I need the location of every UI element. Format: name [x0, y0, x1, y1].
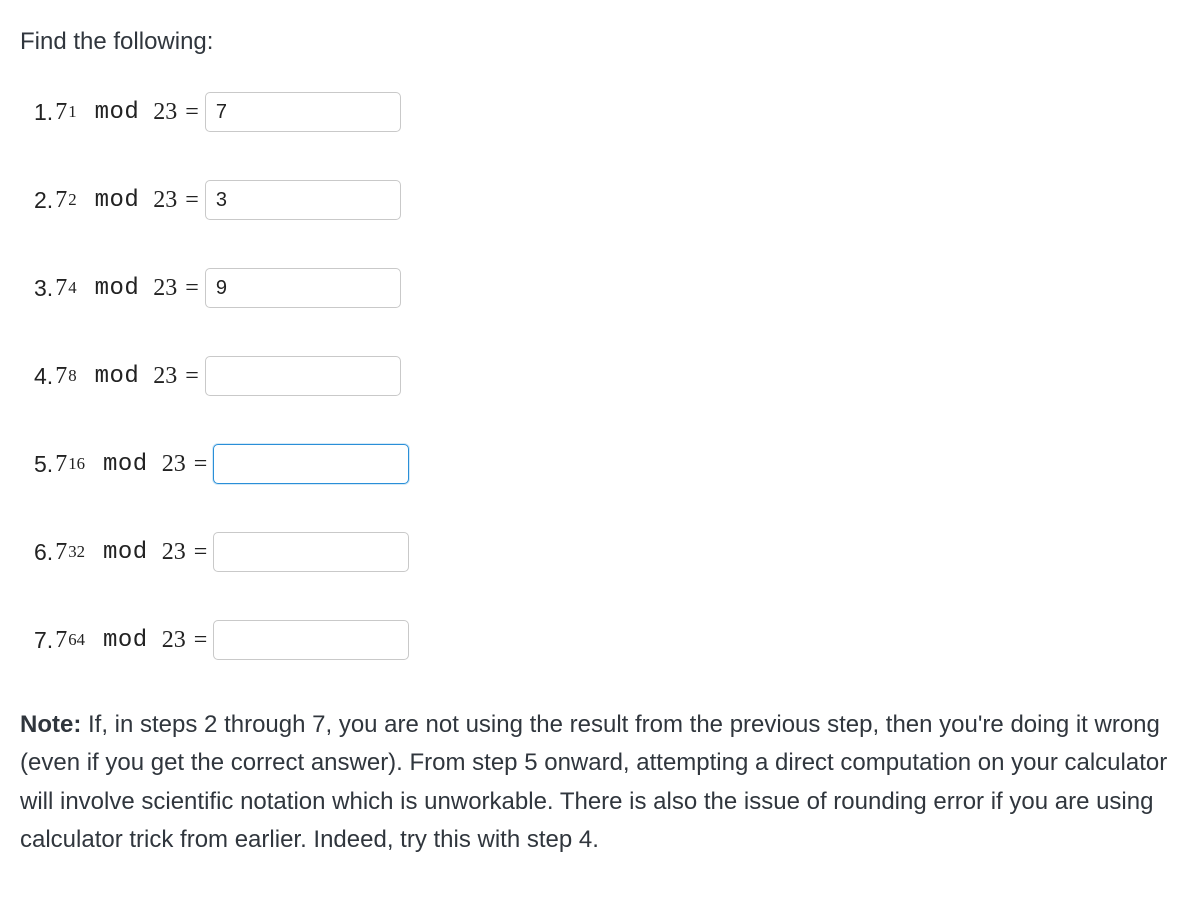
- modulus: 23: [162, 539, 186, 566]
- base: 7: [55, 275, 67, 302]
- equals: =: [185, 99, 199, 126]
- equals: =: [194, 451, 208, 478]
- mod-label: mod: [103, 539, 148, 566]
- math-expression: 764 mod 23 =: [55, 627, 213, 654]
- mod-label: mod: [103, 451, 148, 478]
- math-expression: 78 mod 23 =: [55, 363, 205, 390]
- math-expression: 74 mod 23 =: [55, 275, 205, 302]
- answer-input-2[interactable]: [205, 180, 401, 220]
- mod-label: mod: [95, 99, 140, 126]
- modulus: 23: [153, 275, 177, 302]
- problem-row: 6. 732 mod 23 =: [34, 528, 1180, 576]
- math-expression: 71 mod 23 =: [55, 99, 205, 126]
- base: 7: [55, 363, 67, 390]
- problem-list: 1. 71 mod 23 = 2. 72 mod 23 = 3. 74 m: [34, 88, 1180, 664]
- problem-index: 4.: [34, 363, 53, 390]
- problem-index: 6.: [34, 539, 53, 566]
- modulus: 23: [162, 451, 186, 478]
- answer-input-4[interactable]: [205, 356, 401, 396]
- question-page: Find the following: 1. 71 mod 23 = 2. 72…: [0, 0, 1200, 880]
- answer-input-3[interactable]: [205, 268, 401, 308]
- problem-row: 1. 71 mod 23 =: [34, 88, 1180, 136]
- math-expression: 72 mod 23 =: [55, 187, 205, 214]
- math-expression: 716 mod 23 =: [55, 451, 213, 478]
- answer-input-7[interactable]: [213, 620, 409, 660]
- mod-label: mod: [95, 187, 140, 214]
- modulus: 23: [153, 187, 177, 214]
- base: 7: [55, 187, 67, 214]
- equals: =: [194, 627, 208, 654]
- mod-label: mod: [95, 275, 140, 302]
- modulus: 23: [162, 627, 186, 654]
- modulus: 23: [153, 363, 177, 390]
- problem-index: 5.: [34, 451, 53, 478]
- answer-input-1[interactable]: [205, 92, 401, 132]
- equals: =: [185, 275, 199, 302]
- mod-label: mod: [95, 363, 140, 390]
- problem-index: 7.: [34, 627, 53, 654]
- problem-index: 3.: [34, 275, 53, 302]
- problem-row: 5. 716 mod 23 =: [34, 440, 1180, 488]
- modulus: 23: [153, 99, 177, 126]
- problem-row: 7. 764 mod 23 =: [34, 616, 1180, 664]
- base: 7: [55, 99, 67, 126]
- math-expression: 732 mod 23 =: [55, 539, 213, 566]
- equals: =: [194, 539, 208, 566]
- answer-input-5[interactable]: [213, 444, 409, 484]
- problem-index: 2.: [34, 187, 53, 214]
- note-text: If, in steps 2 through 7, you are not us…: [20, 711, 1167, 853]
- page-heading: Find the following:: [20, 28, 1180, 56]
- equals: =: [185, 363, 199, 390]
- problem-row: 2. 72 mod 23 =: [34, 176, 1180, 224]
- note-block: Note: If, in steps 2 through 7, you are …: [20, 706, 1180, 860]
- problem-row: 4. 78 mod 23 =: [34, 352, 1180, 400]
- base: 7: [55, 627, 67, 654]
- base: 7: [55, 451, 67, 478]
- note-bold: Note:: [20, 711, 81, 738]
- base: 7: [55, 539, 67, 566]
- mod-label: mod: [103, 627, 148, 654]
- problem-index: 1.: [34, 99, 53, 126]
- problem-row: 3. 74 mod 23 =: [34, 264, 1180, 312]
- answer-input-6[interactable]: [213, 532, 409, 572]
- equals: =: [185, 187, 199, 214]
